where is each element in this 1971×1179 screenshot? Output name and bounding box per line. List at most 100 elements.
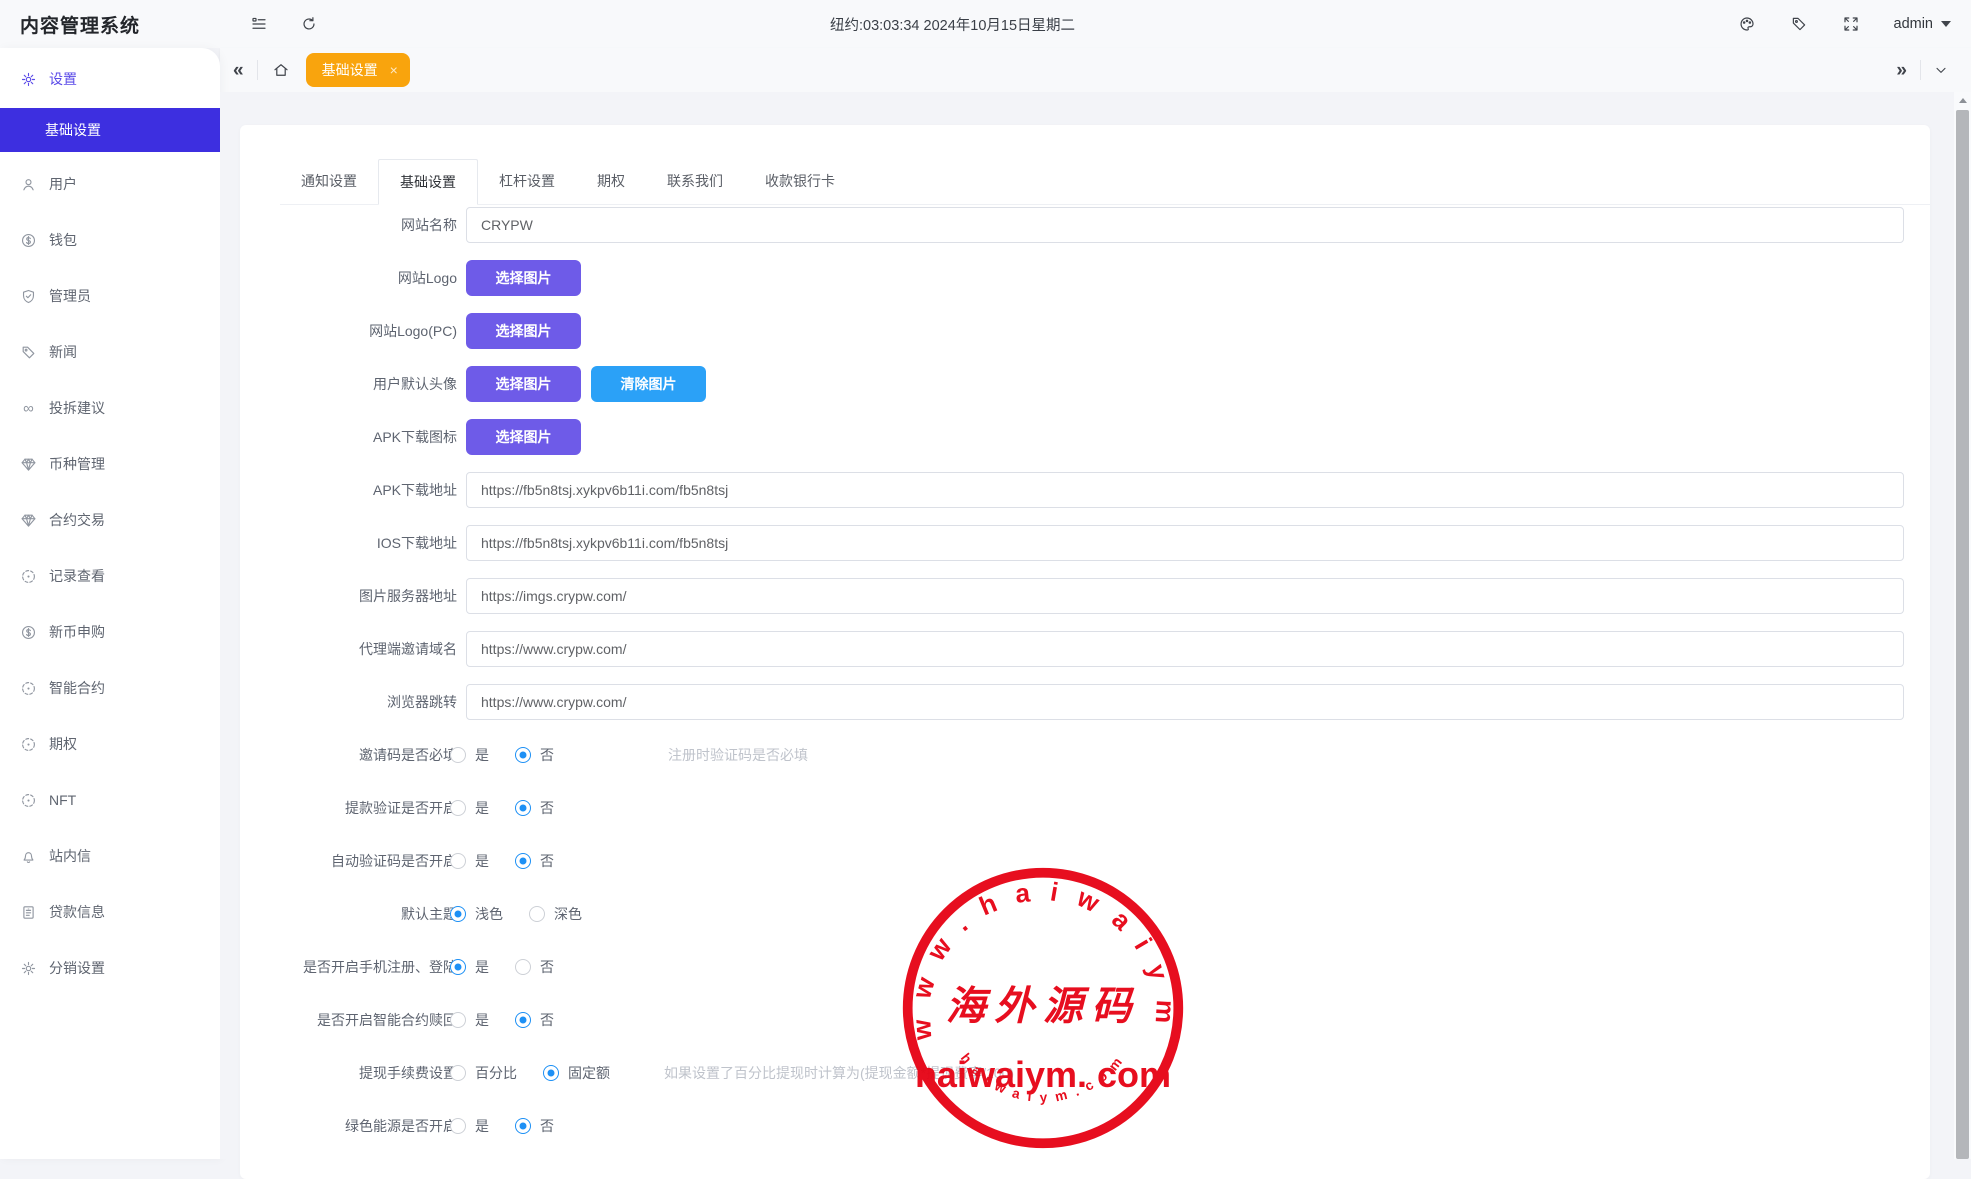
- tag-icon[interactable]: [1790, 15, 1808, 33]
- sidebar-item-feedback[interactable]: ∞ 投拆建议: [0, 380, 220, 436]
- sidebar-menu: 设置 基础设置 用户 钱包 管理员 新闻 ∞ 投: [0, 48, 220, 1159]
- tab-notify-settings[interactable]: 通知设置: [280, 159, 378, 204]
- radio-no[interactable]: 否: [515, 1010, 554, 1030]
- radio-no[interactable]: 否: [515, 957, 554, 977]
- scrollbar-thumb[interactable]: [1956, 110, 1969, 1159]
- fullscreen-icon[interactable]: [1842, 15, 1860, 33]
- refresh-icon[interactable]: [300, 15, 318, 33]
- radio-no[interactable]: 否: [515, 1116, 554, 1136]
- sidebar-item-smart-contract[interactable]: 智能合约: [0, 660, 220, 716]
- agent-domain-input[interactable]: [466, 631, 1904, 667]
- image-server-input[interactable]: [466, 578, 1904, 614]
- shield-check-icon: [20, 288, 37, 305]
- tags-scroll-right-icon[interactable]: »: [1883, 61, 1920, 80]
- sidebar-item-news[interactable]: 新闻: [0, 324, 220, 380]
- field-hint: 注册时验证码是否必填: [668, 745, 808, 765]
- tab-leverage-settings[interactable]: 杠杆设置: [478, 159, 576, 204]
- field-hint: 如果设置了百分比提现时计算为(提现金额*提现费率/100): [664, 1063, 1014, 1083]
- gear-icon: [20, 960, 37, 977]
- radio-yes[interactable]: 是: [450, 1116, 489, 1136]
- tag-icon: [20, 344, 37, 361]
- sidebar-item-basic-settings[interactable]: 基础设置: [0, 108, 220, 152]
- home-icon[interactable]: [258, 61, 294, 79]
- breadcrumb-tag-active[interactable]: 基础设置 ×: [306, 53, 410, 87]
- form-row-default-avatar: 用户默认头像 选择图片 清除图片: [240, 366, 1930, 402]
- sidebar-item-site-message[interactable]: 站内信: [0, 828, 220, 884]
- sidebar-item-coin-management[interactable]: 币种管理: [0, 436, 220, 492]
- username: admin: [1894, 16, 1934, 32]
- radio-no[interactable]: 否: [515, 798, 554, 818]
- settings-panel: 通知设置 基础设置 杠杆设置 期权 联系我们 收款银行卡 网站名称 网站Logo…: [240, 125, 1930, 1179]
- tab-contact-us[interactable]: 联系我们: [646, 159, 744, 204]
- radio-group: 是 否: [450, 1010, 580, 1030]
- radio-light-theme[interactable]: 浅色: [450, 904, 503, 924]
- radio-icon: [450, 959, 466, 975]
- form-row-image-server: 图片服务器地址: [240, 578, 1930, 614]
- form-row-site-name: 网站名称: [240, 207, 1930, 243]
- choose-image-button[interactable]: 选择图片: [466, 260, 581, 296]
- sidebar-item-loan-info[interactable]: 贷款信息: [0, 884, 220, 940]
- tab-options[interactable]: 期权: [576, 159, 646, 204]
- sidebar-item-options[interactable]: 期权: [0, 716, 220, 772]
- form-row-agent-domain: 代理端邀请域名: [240, 631, 1930, 667]
- choose-image-button[interactable]: 选择图片: [466, 419, 581, 455]
- breadcrumb-tag-label: 基础设置: [322, 60, 378, 80]
- apk-url-input[interactable]: [466, 472, 1904, 508]
- form-row-site-logo-pc: 网站Logo(PC) 选择图片: [240, 313, 1930, 349]
- dashed-circle-icon: [20, 680, 37, 697]
- bell-icon: [20, 848, 37, 865]
- radio-icon: [450, 800, 466, 816]
- dashed-circle-icon: [20, 568, 37, 585]
- choose-image-button[interactable]: 选择图片: [466, 313, 581, 349]
- tags-scroll-left-icon[interactable]: «: [220, 61, 257, 80]
- clear-image-button[interactable]: 清除图片: [591, 366, 706, 402]
- radio-yes[interactable]: 是: [450, 745, 489, 765]
- radio-yes[interactable]: 是: [450, 1010, 489, 1030]
- radio-yes[interactable]: 是: [450, 957, 489, 977]
- user-menu[interactable]: admin: [1894, 16, 1952, 32]
- radio-dark-theme[interactable]: 深色: [529, 904, 582, 924]
- tag-nav-bar: « 基础设置 × »: [220, 48, 1971, 92]
- site-name-input[interactable]: [466, 207, 1904, 243]
- sidebar-item-admins[interactable]: 管理员: [0, 268, 220, 324]
- radio-icon: [515, 747, 531, 763]
- tab-bank-cards[interactable]: 收款银行卡: [744, 159, 856, 204]
- close-icon[interactable]: ×: [390, 62, 398, 78]
- tab-basic-settings[interactable]: 基础设置: [378, 159, 478, 205]
- radio-icon: [529, 906, 545, 922]
- tags-menu-chevron-down-icon[interactable]: [1921, 62, 1961, 78]
- radio-yes[interactable]: 是: [450, 851, 489, 871]
- scroll-up-arrow-icon[interactable]: [1954, 92, 1971, 108]
- sidebar-item-contract-trading[interactable]: 合约交易: [0, 492, 220, 548]
- browser-redirect-input[interactable]: [466, 684, 1904, 720]
- main-content: 通知设置 基础设置 杠杆设置 期权 联系我们 收款银行卡 网站名称 网站Logo…: [220, 92, 1971, 1159]
- dashed-circle-icon: [20, 792, 37, 809]
- admin-app: 内容管理系统 纽约:03:03:34 2024年10月15日星期二 admin …: [0, 0, 1971, 1159]
- sidebar-item-new-coin-subscribe[interactable]: 新币申购: [0, 604, 220, 660]
- sidebar-item-users[interactable]: 用户: [0, 156, 220, 212]
- ios-url-input[interactable]: [466, 525, 1904, 561]
- choose-image-button[interactable]: 选择图片: [466, 366, 581, 402]
- radio-percentage[interactable]: 百分比: [450, 1063, 517, 1083]
- form-row-withdraw-fee: 提现手续费设置 百分比 固定额 如果设置了百分比提现时计算为(提现金额*提现费率…: [240, 1055, 1930, 1091]
- radio-no[interactable]: 否: [515, 851, 554, 871]
- radio-icon: [515, 853, 531, 869]
- form-row-browser-redirect: 浏览器跳转: [240, 684, 1930, 720]
- sidebar: 设置 基础设置 用户 钱包 管理员 新闻 ∞ 投: [0, 48, 220, 1159]
- radio-no[interactable]: 否: [515, 745, 554, 765]
- dollar-circle-icon: [20, 232, 37, 249]
- radio-yes[interactable]: 是: [450, 798, 489, 818]
- sidebar-item-settings[interactable]: 设置: [0, 54, 220, 104]
- radio-icon: [450, 1012, 466, 1028]
- collapse-sidebar-icon[interactable]: [250, 15, 268, 33]
- palette-icon[interactable]: [1738, 15, 1756, 33]
- app-logo: 内容管理系统: [0, 11, 220, 38]
- sidebar-item-wallet[interactable]: 钱包: [0, 212, 220, 268]
- sidebar-item-nft[interactable]: NFT: [0, 772, 220, 828]
- form-row-apk-url: APK下载地址: [240, 472, 1930, 508]
- radio-fixed-amount[interactable]: 固定额: [543, 1063, 610, 1083]
- vertical-scrollbar[interactable]: [1954, 92, 1971, 1159]
- sidebar-item-records[interactable]: 记录查看: [0, 548, 220, 604]
- basic-settings-form: 网站名称 网站Logo 选择图片 网站Logo(PC) 选择图片 用户默认头像 …: [240, 205, 1930, 1144]
- sidebar-item-distribution-settings[interactable]: 分销设置: [0, 940, 220, 996]
